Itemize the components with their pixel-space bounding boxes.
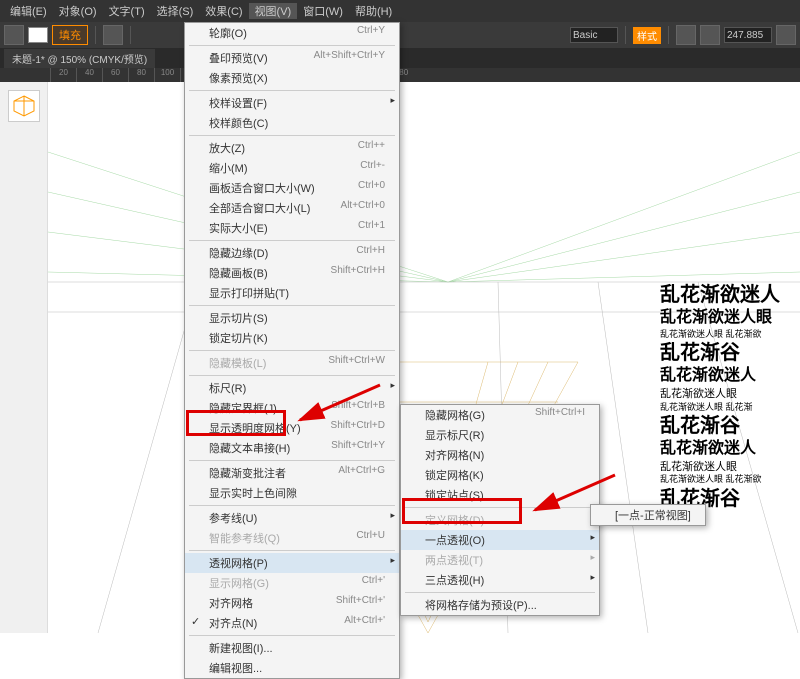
menu-item[interactable]: 叠印预览(V)Alt+Shift+Ctrl+Y xyxy=(185,48,399,68)
separator xyxy=(625,26,626,44)
value-input[interactable] xyxy=(724,27,772,43)
perspective-cube-icon[interactable] xyxy=(8,90,40,122)
menu-item: 显示网格(G)Ctrl+' xyxy=(185,573,399,593)
menu-item[interactable]: 隐藏边缘(D)Ctrl+H xyxy=(185,243,399,263)
align-icon[interactable] xyxy=(676,25,696,45)
menu-item[interactable]: 校样设置(F) xyxy=(185,93,399,113)
text-line: 乱花渐谷 xyxy=(660,340,800,366)
menu-item[interactable]: 校样颜色(C) xyxy=(185,113,399,133)
perspective-widget-panel xyxy=(0,82,48,633)
menu-item[interactable]: 三点透视(H) xyxy=(401,570,599,590)
menu-item[interactable]: 透视网格(P) xyxy=(185,553,399,573)
menu-item: 智能参考线(Q)Ctrl+U xyxy=(185,528,399,548)
menu-item[interactable]: 对齐点(N)Alt+Ctrl+' xyxy=(185,613,399,633)
menu-6[interactable]: 窗口(W) xyxy=(297,3,349,19)
tool-select-icon[interactable] xyxy=(4,25,24,45)
menu-item[interactable]: 隐藏文本串接(H)Shift+Ctrl+Y xyxy=(185,438,399,458)
menu-item[interactable]: 隐藏渐变批注者Alt+Ctrl+G xyxy=(185,463,399,483)
menu-item[interactable]: 像素预览(X) xyxy=(185,68,399,88)
menu-item[interactable]: 显示实时上色间隙 xyxy=(185,483,399,503)
view-menu: 轮廓(O)Ctrl+Y 叠印预览(V)Alt+Shift+Ctrl+Y像素预览(X… xyxy=(184,22,400,679)
document-tab[interactable]: 未题-1* @ 150% (CMYK/预览) xyxy=(4,49,155,68)
menu-item[interactable]: 实际大小(E)Ctrl+1 xyxy=(185,218,399,238)
menu-item[interactable]: 放大(Z)Ctrl++ xyxy=(185,138,399,158)
highlight-box-2 xyxy=(402,498,522,524)
menu-item[interactable]: 新建视图(I)... xyxy=(185,638,399,658)
text-line: 乱花渐欲迷人眼 乱花渐欲 xyxy=(660,474,800,486)
menu-item[interactable]: 对齐网格Shift+Ctrl+' xyxy=(185,593,399,613)
separator xyxy=(95,26,96,44)
text-line: 乱花渐欲迷人眼 乱花渐 xyxy=(660,402,800,414)
stroke-icon[interactable] xyxy=(103,25,123,45)
menu-item[interactable]: 将网格存储为预设(P)... xyxy=(401,595,599,615)
menu-item[interactable]: 参考线(U) xyxy=(185,508,399,528)
text-line: 乱花渐欲迷人 xyxy=(660,439,800,460)
menu-item[interactable]: 编辑视图... xyxy=(185,658,399,678)
menubar: 编辑(E)对象(O)文字(T)选择(S)效果(C)视图(V)窗口(W)帮助(H) xyxy=(0,0,800,22)
menu-item[interactable]: 对齐网格(N) xyxy=(401,445,599,465)
toolbar: 填充 样式 xyxy=(0,22,800,48)
separator xyxy=(668,26,669,44)
menu-2[interactable]: 文字(T) xyxy=(103,3,151,19)
document-tabs: 未题-1* @ 150% (CMYK/预览) xyxy=(0,48,800,68)
text-line: 乱花渐谷 xyxy=(660,413,800,439)
menu-item[interactable]: 隐藏画板(B)Shift+Ctrl+H xyxy=(185,263,399,283)
menu-item[interactable]: 一点透视(O) xyxy=(401,530,599,550)
menu-item[interactable]: 显示打印拼贴(T) xyxy=(185,283,399,303)
menu-item[interactable]: 全部适合窗口大小(L)Alt+Ctrl+0 xyxy=(185,198,399,218)
text-line: 乱花渐欲迷人眼 乱花渐欲 xyxy=(660,329,800,341)
menu-item: 隐藏模板(L)Shift+Ctrl+W xyxy=(185,353,399,373)
annotation-arrow-1 xyxy=(290,380,390,435)
basic-dropdown[interactable] xyxy=(570,27,618,43)
menu-item[interactable]: 隐藏网格(G)Shift+Ctrl+I xyxy=(401,405,599,425)
text-line: 乱花渐欲迷人眼 xyxy=(660,460,800,474)
separator xyxy=(130,26,131,44)
fill-swatch[interactable] xyxy=(28,27,48,43)
text-line: 乱花渐欲迷人 xyxy=(660,282,800,308)
text-line: 乱花渐欲迷人眼 xyxy=(660,308,800,329)
more-icon[interactable] xyxy=(776,25,796,45)
annotation-arrow-2 xyxy=(525,470,625,525)
fill-label[interactable]: 填充 xyxy=(52,25,88,45)
menu-5[interactable]: 视图(V) xyxy=(249,3,298,19)
ruler-horizontal: 20406080100120140160180200220240260280 xyxy=(0,68,800,82)
menu-item[interactable]: 轮廓(O)Ctrl+Y xyxy=(185,23,399,43)
menu-item[interactable]: 显示标尺(R) xyxy=(401,425,599,445)
menu-item[interactable]: 缩小(M)Ctrl+- xyxy=(185,158,399,178)
menu-item[interactable]: 画板适合窗口大小(W)Ctrl+0 xyxy=(185,178,399,198)
text-line: 乱花渐欲迷人眼 xyxy=(660,387,800,401)
transform-icon[interactable] xyxy=(700,25,720,45)
menu-4[interactable]: 效果(C) xyxy=(199,3,248,19)
style-label[interactable]: 样式 xyxy=(633,27,661,44)
menu-item[interactable]: 锁定切片(K) xyxy=(185,328,399,348)
text-line: 乱花渐欲迷人 xyxy=(660,366,800,387)
sample-text-block: 乱花渐欲迷人乱花渐欲迷人眼乱花渐欲迷人眼 乱花渐欲乱花渐谷乱花渐欲迷人乱花渐欲迷… xyxy=(660,282,800,512)
menu-3[interactable]: 选择(S) xyxy=(151,3,200,19)
menu-item: 两点透视(T) xyxy=(401,550,599,570)
menu-1[interactable]: 对象(O) xyxy=(53,3,103,19)
highlight-box-1 xyxy=(186,410,286,436)
menu-item[interactable]: 显示切片(S) xyxy=(185,308,399,328)
menu-7[interactable]: 帮助(H) xyxy=(349,3,398,19)
menu-0[interactable]: 编辑(E) xyxy=(4,3,53,19)
